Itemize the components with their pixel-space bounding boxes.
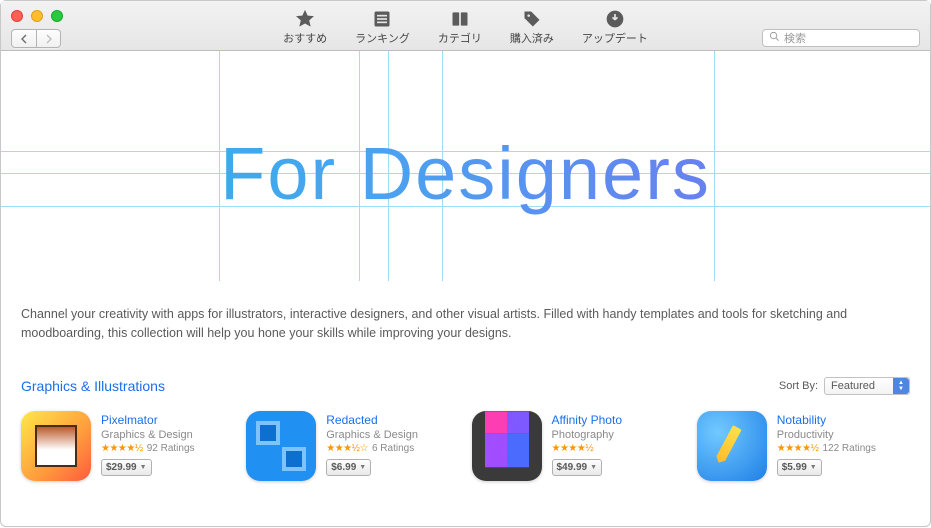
toolbar-purchased[interactable]: 購入済み <box>510 8 554 46</box>
sort-value: Featured <box>831 380 875 392</box>
minimize-window-button[interactable] <box>31 10 43 22</box>
window-controls <box>11 10 63 22</box>
price-button[interactable]: $6.99 ▼ <box>326 459 371 476</box>
app-icon <box>697 411 767 481</box>
app-card[interactable]: Pixelmator Graphics & Design ★★★★½ 92 Ra… <box>21 411 234 481</box>
toolbar-categories[interactable]: カテゴリ <box>438 8 482 46</box>
chevron-down-icon: ▼ <box>810 464 817 471</box>
chevron-down-icon: ▼ <box>359 464 366 471</box>
app-category: Graphics & Design <box>326 429 418 441</box>
grid-icon <box>447 8 473 30</box>
app-name[interactable]: Notability <box>777 413 876 427</box>
price-label: $29.99 <box>106 462 137 473</box>
price-label: $6.99 <box>331 462 356 473</box>
nav-back-forward <box>11 29 61 48</box>
hero-title: For Designers <box>1 131 930 216</box>
section-header: Graphics & Illustrations Sort By: Featur… <box>1 355 930 403</box>
download-icon <box>602 8 628 30</box>
app-card[interactable]: Redacted Graphics & Design ★★★½☆ 6 Ratin… <box>246 411 459 481</box>
back-button[interactable] <box>12 30 36 47</box>
price-label: $5.99 <box>782 462 807 473</box>
chevron-down-icon: ▼ <box>140 464 147 471</box>
app-name[interactable]: Redacted <box>326 413 418 427</box>
price-button[interactable]: $49.99 ▼ <box>552 459 603 476</box>
app-category: Productivity <box>777 429 876 441</box>
toolbar-label: アップデート <box>582 30 648 46</box>
close-window-button[interactable] <box>11 10 23 22</box>
ratings-count: 92 Ratings <box>147 443 195 454</box>
toolbar-label: おすすめ <box>283 30 327 46</box>
price-button[interactable]: $5.99 ▼ <box>777 459 822 476</box>
app-name[interactable]: Affinity Photo <box>552 413 623 427</box>
star-rating: ★★★½☆ <box>326 443 368 454</box>
toolbar-label: カテゴリ <box>438 30 482 46</box>
window-titlebar: おすすめ ランキング カテゴリ 購入済み アップデート <box>1 1 930 51</box>
select-arrows-icon: ▲▼ <box>893 378 909 394</box>
tag-icon <box>519 8 545 30</box>
toolbar-updates[interactable]: アップデート <box>582 8 648 46</box>
app-category: Graphics & Design <box>101 429 195 441</box>
search-placeholder: 検索 <box>784 30 806 46</box>
hero-banner: For Designers <box>1 51 930 281</box>
search-icon <box>769 31 780 45</box>
app-name[interactable]: Pixelmator <box>101 413 195 427</box>
zoom-window-button[interactable] <box>51 10 63 22</box>
sort-control: Sort By: Featured ▲▼ <box>779 377 910 395</box>
forward-button[interactable] <box>36 30 60 47</box>
list-icon <box>369 8 395 30</box>
toolbar-featured[interactable]: おすすめ <box>283 8 327 46</box>
sort-select[interactable]: Featured ▲▼ <box>824 377 910 395</box>
price-label: $49.99 <box>557 462 588 473</box>
star-rating: ★★★★½ <box>101 443 143 454</box>
app-icon <box>21 411 91 481</box>
app-card[interactable]: Affinity Photo Photography ★★★★½ $49.99 … <box>472 411 685 481</box>
app-card[interactable]: Notability Productivity ★★★★½ 122 Rating… <box>697 411 910 481</box>
app-category: Photography <box>552 429 623 441</box>
price-button[interactable]: $29.99 ▼ <box>101 459 152 476</box>
content-area: For Designers Channel your creativity wi… <box>1 51 930 528</box>
sort-label: Sort By: <box>779 380 818 392</box>
ratings-count: 122 Ratings <box>822 443 875 454</box>
app-icon <box>472 411 542 481</box>
collection-description: Channel your creativity with apps for il… <box>1 281 930 355</box>
star-icon <box>292 8 318 30</box>
section-title[interactable]: Graphics & Illustrations <box>21 378 165 394</box>
toolbar-top-charts[interactable]: ランキング <box>355 8 410 46</box>
ratings-count: 6 Ratings <box>372 443 414 454</box>
search-input[interactable]: 検索 <box>762 29 920 47</box>
app-icon <box>246 411 316 481</box>
toolbar-label: ランキング <box>355 30 410 46</box>
toolbar: おすすめ ランキング カテゴリ 購入済み アップデート <box>283 5 648 46</box>
app-grid: Pixelmator Graphics & Design ★★★★½ 92 Ra… <box>1 403 930 481</box>
chevron-down-icon: ▼ <box>590 464 597 471</box>
star-rating: ★★★★½ <box>777 443 819 454</box>
toolbar-label: 購入済み <box>510 30 554 46</box>
star-rating: ★★★★½ <box>552 443 594 454</box>
